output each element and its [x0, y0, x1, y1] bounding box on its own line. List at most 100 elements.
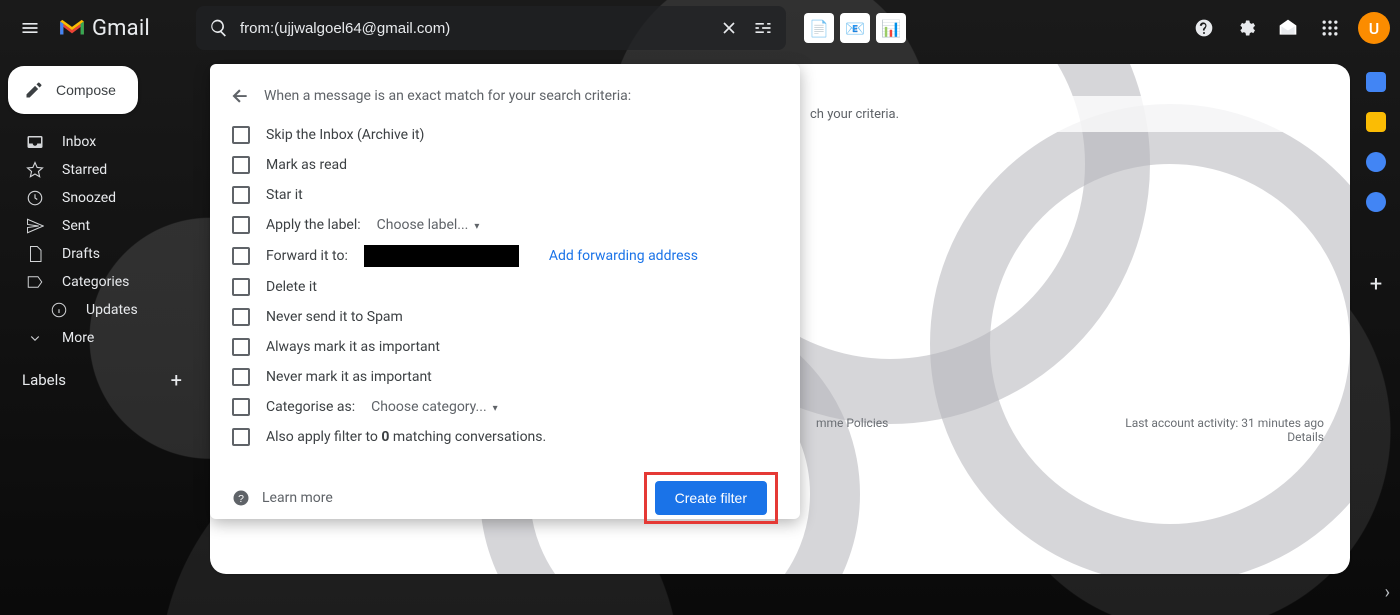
learn-more-link[interactable]: ? Learn more [232, 489, 333, 507]
get-addons-button[interactable]: + [1370, 272, 1382, 297]
opt-skip-inbox[interactable]: Skip the Inbox (Archive it) [214, 120, 796, 150]
label-never-spam: Never send it to Spam [266, 309, 403, 325]
sidebar-item-categories[interactable]: Categories [0, 268, 200, 296]
create-filter-highlight: Create filter [644, 472, 778, 524]
opt-never-spam[interactable]: Never send it to Spam [214, 302, 796, 332]
gear-icon [1236, 18, 1256, 38]
sidebar-item-snoozed[interactable]: Snoozed [0, 184, 200, 212]
checkbox-categorise[interactable] [232, 398, 250, 416]
calendar-app-icon[interactable] [1366, 72, 1386, 92]
popover-footer: ? Learn more Create filter [214, 452, 796, 528]
opt-categorise-as[interactable]: Categorise as: Choose category... [214, 392, 796, 422]
label-categorise: Categorise as: [266, 399, 355, 415]
contacts-app-icon[interactable] [1366, 192, 1386, 212]
opt-forward-to[interactable]: Forward it to: Add forwarding address [214, 240, 796, 272]
sidebar-item-more[interactable]: More [0, 324, 200, 352]
label-always-important: Always mark it as important [266, 339, 440, 355]
opt-delete-it[interactable]: Delete it [214, 272, 796, 302]
sidebar-item-sent[interactable]: Sent [0, 212, 200, 240]
clock-icon [26, 189, 44, 207]
extension-apps: 📄 📧 📊 [804, 13, 906, 43]
checkbox-apply-label[interactable] [232, 216, 250, 234]
keep-app-icon[interactable] [1366, 112, 1386, 132]
star-icon [26, 161, 44, 179]
ext-app-2[interactable]: 📧 [840, 13, 870, 43]
sidebar-item-label: Starred [62, 162, 107, 178]
footer-details-link[interactable]: Details [1125, 430, 1324, 444]
mail-open-icon [1278, 18, 1298, 38]
gmail-logo[interactable]: Gmail [58, 16, 150, 41]
checkbox-always-important[interactable] [232, 338, 250, 356]
label-star-it: Star it [266, 187, 303, 203]
ext-app-3[interactable]: 📊 [876, 13, 906, 43]
sidebar-item-label: Sent [62, 218, 90, 234]
opt-apply-label[interactable]: Apply the label: Choose label... [214, 210, 796, 240]
checkbox-never-important[interactable] [232, 368, 250, 386]
popover-header: When a message is an exact match for you… [214, 80, 796, 120]
search-input[interactable] [236, 20, 712, 37]
sidebar-item-label: Drafts [62, 246, 100, 262]
expand-icon [26, 329, 44, 347]
top-bar: Gmail 📄 📧 📊 U [0, 0, 1400, 56]
create-filter-popover: When a message is an exact match for you… [210, 64, 800, 519]
info-icon [50, 301, 68, 319]
support-button[interactable] [1184, 8, 1224, 48]
search-button[interactable] [202, 11, 236, 45]
search-icon [209, 18, 229, 38]
label-forward: Forward it to: [266, 248, 348, 264]
choose-category-dropdown[interactable]: Choose category... [371, 399, 516, 415]
add-forwarding-address-link[interactable]: Add forwarding address [549, 248, 698, 264]
no-results-text: ch your criteria. [810, 107, 899, 122]
help-filled-icon: ? [232, 489, 250, 507]
compose-label: Compose [56, 82, 116, 98]
choose-label-dropdown[interactable]: Choose label... [377, 217, 498, 233]
main-menu-button[interactable] [10, 8, 50, 48]
help-icon [1194, 18, 1214, 38]
checkbox-forward[interactable] [232, 247, 250, 265]
footer-policies[interactable]: mme Policies [816, 416, 888, 444]
sidebar-item-starred[interactable]: Starred [0, 156, 200, 184]
checkbox-star-it[interactable] [232, 186, 250, 204]
sidebar-item-label: Categories [62, 274, 129, 290]
gmail-logo-text: Gmail [92, 16, 150, 41]
clear-search-button[interactable] [712, 11, 746, 45]
opt-also-apply[interactable]: Also apply filter to 0 matching conversa… [214, 422, 796, 452]
back-arrow-icon[interactable] [230, 86, 250, 106]
checkbox-skip-inbox[interactable] [232, 126, 250, 144]
ext-app-1[interactable]: 📄 [804, 13, 834, 43]
search-bar[interactable] [196, 6, 786, 50]
search-options-button[interactable] [746, 11, 780, 45]
label-mark-read: Mark as read [266, 157, 347, 173]
sidebar-item-drafts[interactable]: Drafts [0, 240, 200, 268]
checkbox-delete[interactable] [232, 278, 250, 296]
opt-star-it[interactable]: Star it [214, 180, 796, 210]
opt-always-important[interactable]: Always mark it as important [214, 332, 796, 362]
gmail-m-icon [58, 17, 86, 39]
checkbox-never-spam[interactable] [232, 308, 250, 326]
add-label-button[interactable]: + [171, 368, 182, 392]
inbox-icon [26, 133, 44, 151]
tune-icon [753, 18, 773, 38]
tasks-app-icon[interactable] [1366, 152, 1386, 172]
opt-never-important[interactable]: Never mark it as important [214, 362, 796, 392]
checkbox-also-apply[interactable] [232, 428, 250, 446]
google-apps-button[interactable] [1310, 8, 1350, 48]
create-filter-button[interactable]: Create filter [655, 481, 767, 515]
settings-button[interactable] [1226, 8, 1266, 48]
send-icon [26, 217, 44, 235]
account-avatar[interactable]: U [1358, 12, 1390, 44]
left-sidebar: Compose Inbox Starred Snoozed Sent Draft… [0, 56, 200, 615]
hide-side-panel-button[interactable]: › [1385, 582, 1390, 603]
svg-text:?: ? [238, 493, 244, 505]
sidebar-item-inbox[interactable]: Inbox [0, 128, 200, 156]
sidebar-item-updates[interactable]: Updates [0, 296, 200, 324]
labels-heading-row: Labels + [0, 352, 200, 398]
compose-button[interactable]: Compose [8, 66, 138, 114]
opt-mark-read[interactable]: Mark as read [214, 150, 796, 180]
open-mail-button[interactable] [1268, 8, 1308, 48]
label-delete: Delete it [266, 279, 317, 295]
close-icon [719, 18, 739, 38]
checkbox-mark-read[interactable] [232, 156, 250, 174]
label-never-important: Never mark it as important [266, 369, 432, 385]
footer-activity: Last account activity: 31 minutes ago [1125, 416, 1324, 430]
